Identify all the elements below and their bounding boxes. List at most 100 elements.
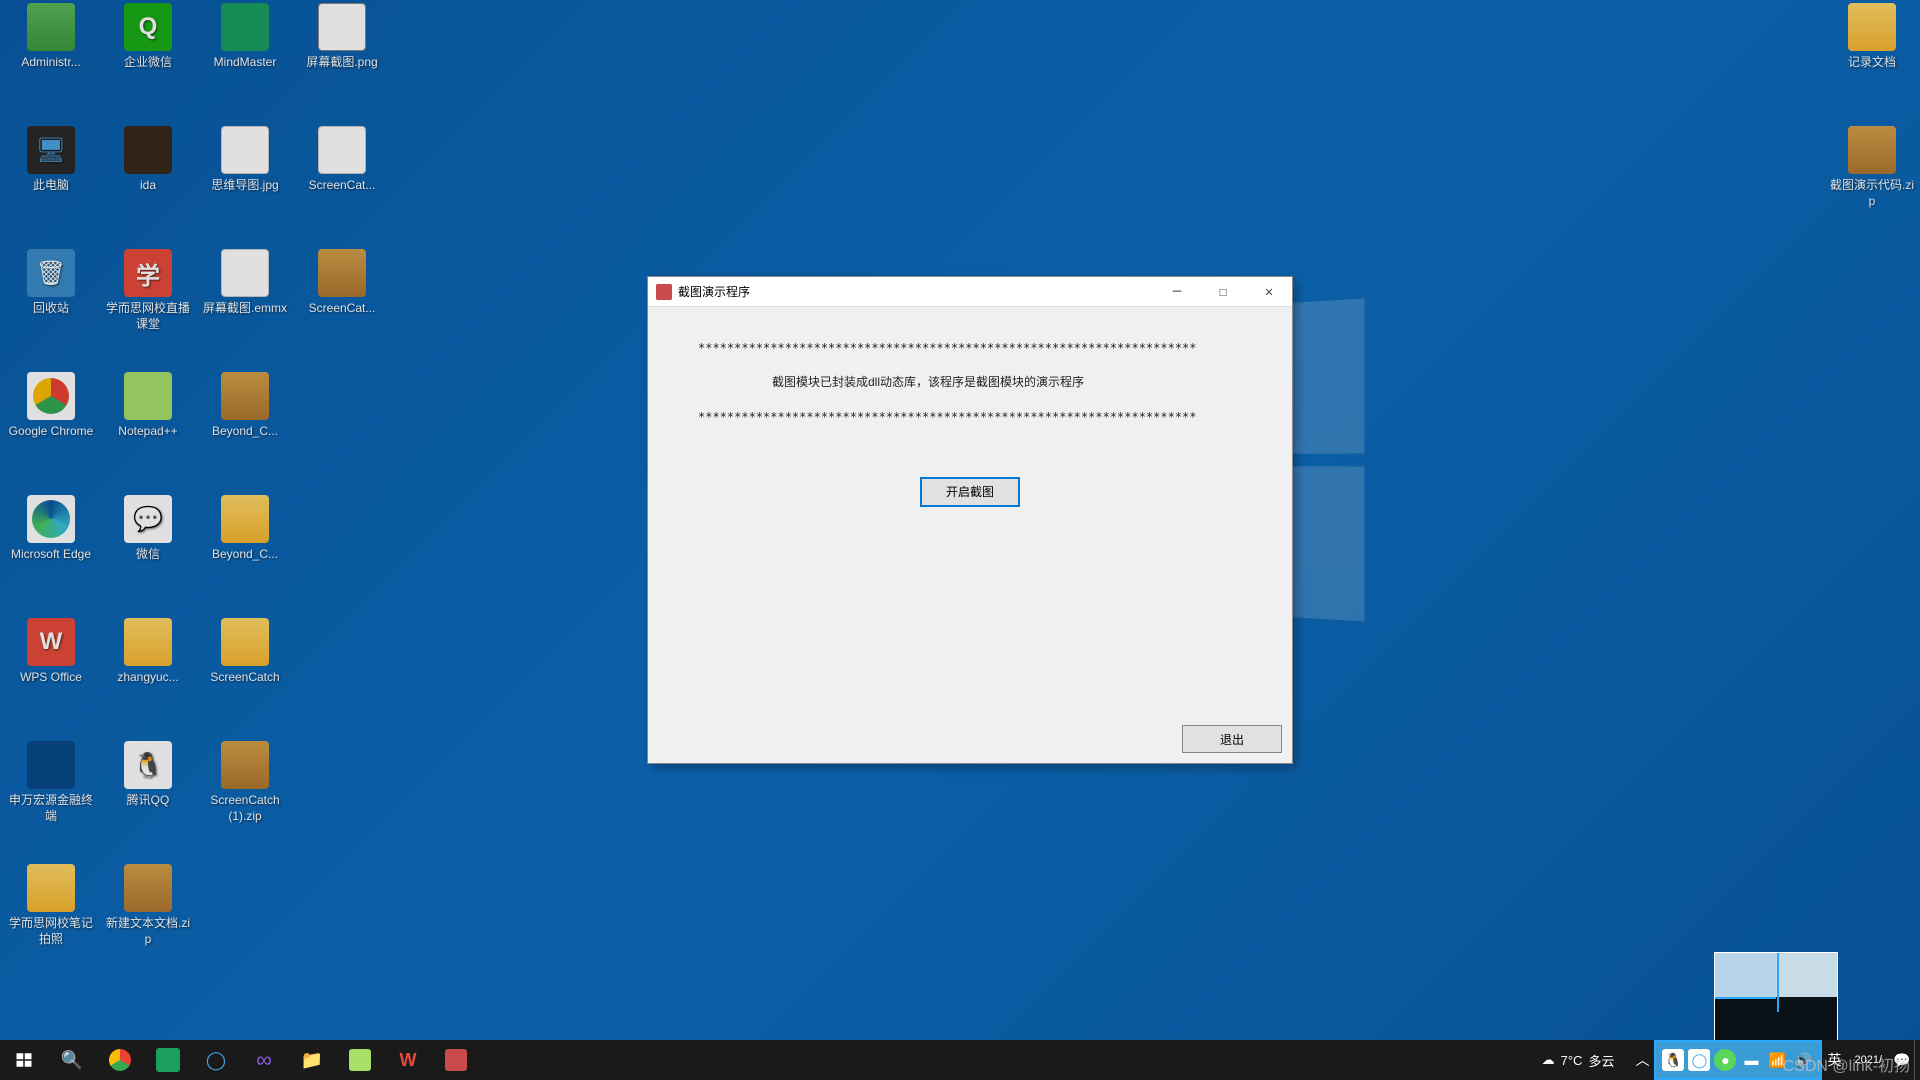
- desktop-icon-weixin[interactable]: 💬微信: [100, 495, 196, 563]
- desktop-icon-thispc[interactable]: 🖥此电脑: [3, 126, 99, 194]
- edge-icon: [27, 495, 75, 543]
- icon-label: ScreenCat...: [294, 178, 390, 194]
- weather-temp: 7°C: [1561, 1053, 1583, 1068]
- close-button[interactable]: ✕: [1246, 277, 1292, 307]
- minimize-button[interactable]: ─: [1154, 277, 1200, 307]
- taskbar-npp[interactable]: [336, 1040, 384, 1080]
- tray-app-icon[interactable]: ◯: [1688, 1049, 1710, 1071]
- desktop-icon-bc2[interactable]: Beyond_C...: [197, 495, 293, 563]
- taskbar-wps[interactable]: W: [384, 1040, 432, 1080]
- watermark: CSDN @link-初扬: [1783, 1052, 1910, 1076]
- icon-label: 截图演示代码.zip: [1824, 178, 1920, 209]
- tray-qq-icon[interactable]: 🐧: [1662, 1049, 1684, 1071]
- icon-label: ScreenCatch: [197, 670, 293, 686]
- separator-top: ****************************************…: [698, 339, 1242, 358]
- icon-label: 屏幕截图.emmx: [197, 301, 293, 317]
- desktop-icon-img1[interactable]: 屏幕截图.png: [294, 3, 390, 71]
- desktop-icon-wps[interactable]: WWPS Office: [3, 618, 99, 686]
- wps-icon: W: [27, 618, 75, 666]
- desktop-icon-ida[interactable]: ida: [100, 126, 196, 194]
- desktop-icon-recdoc[interactable]: 记录文档: [1824, 3, 1920, 71]
- desktop-icon-zhang[interactable]: zhangyuc...: [100, 618, 196, 686]
- taskbar-demo-app[interactable]: [432, 1040, 480, 1080]
- recdoc-icon: [1848, 3, 1896, 51]
- npp-icon: [349, 1049, 371, 1071]
- taskbar-explorer[interactable]: 📁: [288, 1040, 336, 1080]
- tray-battery-icon[interactable]: ▬: [1740, 1049, 1762, 1071]
- chrome-icon: [109, 1049, 131, 1071]
- desktop-icon-scmain[interactable]: ScreenCatch: [197, 618, 293, 686]
- icon-label: 腾讯QQ: [100, 793, 196, 809]
- desktop-icon-administr[interactable]: Administr...: [3, 3, 99, 71]
- weather-widget[interactable]: ☁ 7°C 多云: [1532, 1051, 1625, 1070]
- bc1-icon: [221, 372, 269, 420]
- taskbar-vs[interactable]: ∞: [240, 1040, 288, 1080]
- desktop-icon-newtxt[interactable]: 新建文本文档.zip: [100, 864, 196, 947]
- icon-label: Microsoft Edge: [3, 547, 99, 563]
- desktop-icon-xueersi[interactable]: 学学而思网校直播课堂: [100, 249, 196, 332]
- desktop-icon-sc2[interactable]: ScreenCat...: [294, 249, 390, 317]
- taskbar-chrome[interactable]: [96, 1040, 144, 1080]
- demo-app-icon: [445, 1049, 467, 1071]
- taskbar-app1[interactable]: ◯: [192, 1040, 240, 1080]
- separator-bottom: ****************************************…: [698, 408, 1242, 427]
- mindmaster-icon: [221, 3, 269, 51]
- maximize-button[interactable]: ☐: [1200, 277, 1246, 307]
- start-screenshot-button[interactable]: 开启截图: [920, 477, 1020, 507]
- app-icon: [656, 284, 672, 300]
- icon-label: 微信: [100, 547, 196, 563]
- icon-label: 思维导图.jpg: [197, 178, 293, 194]
- dialog-title: 截图演示程序: [678, 283, 1154, 300]
- show-desktop-button[interactable]: [1914, 1040, 1920, 1080]
- desktop-icon-bc1[interactable]: Beyond_C...: [197, 372, 293, 440]
- dialog-body: ****************************************…: [648, 307, 1292, 539]
- icon-label: Beyond_C...: [197, 424, 293, 440]
- sc2-icon: [318, 249, 366, 297]
- desktop-icon-npp[interactable]: Notepad++: [100, 372, 196, 440]
- dialog-titlebar[interactable]: 截图演示程序 ─ ☐ ✕: [648, 277, 1292, 307]
- icon-label: 回收站: [3, 301, 99, 317]
- search-icon: 🔍: [61, 1050, 83, 1071]
- taskbar-mindmaster[interactable]: [144, 1040, 192, 1080]
- chrome-icon: [27, 372, 75, 420]
- icon-label: 企业微信: [100, 55, 196, 71]
- icon-label: 此电脑: [3, 178, 99, 194]
- desktop-icon-qq[interactable]: 🐧 腾讯QQ: [100, 741, 196, 809]
- icon-label: zhangyuc...: [100, 670, 196, 686]
- ida-icon: [124, 126, 172, 174]
- desktop-icon-sc1[interactable]: ScreenCat...: [294, 126, 390, 194]
- desktop-icon-swhy[interactable]: 申万宏源金融终端: [3, 741, 99, 824]
- desktop-icon-mindimg[interactable]: 思维导图.jpg: [197, 126, 293, 194]
- start-button[interactable]: [0, 1040, 48, 1080]
- demozip-icon: [1848, 126, 1896, 174]
- desktop-icon-edge[interactable]: Microsoft Edge: [3, 495, 99, 563]
- icon-label: 记录文档: [1824, 55, 1920, 71]
- desktop-icon-qywx[interactable]: Q企业微信: [100, 3, 196, 71]
- tray-expand[interactable]: ︿: [1630, 1040, 1654, 1080]
- desktop-icon-emmx[interactable]: 屏幕截图.emmx: [197, 249, 293, 317]
- icon-label: MindMaster: [197, 55, 293, 71]
- wps-icon: W: [400, 1050, 417, 1071]
- desktop-icon-chrome[interactable]: Google Chrome: [3, 372, 99, 440]
- icon-label: ScreenCat...: [294, 301, 390, 317]
- administr-icon: [27, 3, 75, 51]
- desktop-icon-demozip[interactable]: 截图演示代码.zip: [1824, 126, 1920, 209]
- qq-icon: 🐧: [124, 741, 172, 789]
- desktop-icon-recycle[interactable]: 🗑回收站: [3, 249, 99, 317]
- dialog-message: 截图模块已封装成dll动态库，该程序是截图模块的演示程序: [772, 372, 1132, 394]
- exit-button[interactable]: 退出: [1182, 725, 1282, 753]
- vs-icon: ∞: [256, 1047, 272, 1073]
- taskbar: 🔍 ◯ ∞ 📁 W ☁ 7°C 多云 ︿ 🐧 ◯ ● ▬ 📶 🔊 英 2021/: [0, 1040, 1920, 1080]
- desktop-icon-sczip[interactable]: ScreenCatch (1).zip: [197, 741, 293, 824]
- desktop-icon-notes[interactable]: 学而思网校笔记拍照: [3, 864, 99, 947]
- windows-icon: [15, 1051, 33, 1069]
- search-button[interactable]: 🔍: [48, 1040, 96, 1080]
- emmx-icon: [221, 249, 269, 297]
- icon-label: Google Chrome: [3, 424, 99, 440]
- notes-icon: [27, 864, 75, 912]
- tray-wechat-icon[interactable]: ●: [1714, 1049, 1736, 1071]
- icon-label: Notepad++: [100, 424, 196, 440]
- desktop-icon-mindmaster[interactable]: MindMaster: [197, 3, 293, 71]
- weather-desc: 多云: [1588, 1051, 1614, 1070]
- xueersi-icon: 学: [124, 249, 172, 297]
